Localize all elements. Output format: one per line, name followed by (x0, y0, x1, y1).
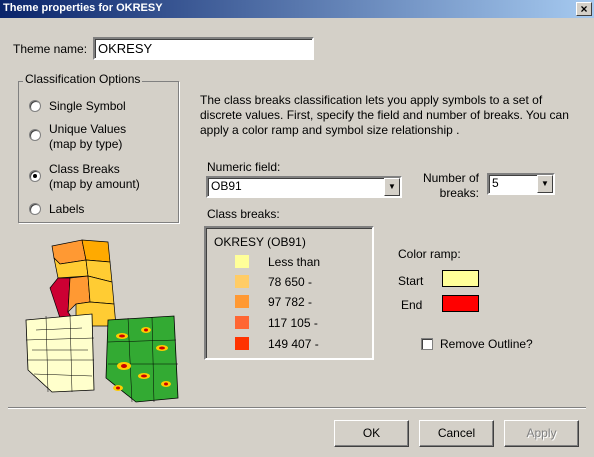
radio-class-breaks-label: Class Breaks (49, 162, 120, 176)
color-ramp-end-label: End (401, 298, 423, 312)
radio-class-breaks[interactable] (29, 170, 41, 182)
close-button[interactable]: × (576, 2, 592, 16)
legend-item-1: Less than (268, 255, 321, 269)
radio-unique-values-sublabel: (map by type) (49, 137, 123, 151)
class-breaks-label: Class breaks: (207, 207, 280, 221)
legend-swatch-5 (235, 337, 249, 350)
radio-single-symbol[interactable] (29, 100, 41, 112)
colored-states-map (49, 239, 117, 327)
color-ramp-start-swatch[interactable] (442, 270, 479, 287)
chevron-down-icon[interactable]: ▼ (537, 175, 553, 193)
apply-button[interactable]: Apply (504, 420, 579, 447)
radio-single-symbol-label: Single Symbol (49, 99, 126, 113)
cancel-button[interactable]: Cancel (419, 420, 494, 447)
remove-outline-checkbox[interactable] (421, 338, 433, 350)
legend-item-5: 149 407 - (268, 337, 319, 351)
description-text: The class breaks classification lets you… (200, 93, 569, 137)
theme-name-label: Theme name: (13, 42, 88, 56)
number-of-breaks-value: 5 (492, 176, 499, 190)
radio-class-breaks-sublabel: (map by amount) (49, 177, 140, 191)
legend-swatch-1 (235, 255, 249, 268)
class-breaks-illustration (25, 239, 179, 403)
radio-labels[interactable] (29, 203, 41, 215)
color-ramp-end-swatch[interactable] (442, 295, 479, 312)
legend-title: OKRESY (OB91) (214, 235, 306, 249)
title-bar: Theme properties for OKRESY × (0, 0, 594, 18)
numeric-field-label: Numeric field: (207, 160, 281, 174)
radio-unique-values[interactable] (29, 129, 41, 141)
theme-name-input[interactable]: OKRESY (93, 37, 314, 60)
close-icon: × (580, 2, 588, 16)
number-of-breaks-label-2: breaks: (439, 186, 479, 200)
radio-labels-label: Labels (49, 202, 85, 216)
number-of-breaks-select[interactable]: 5 ▼ (487, 173, 555, 195)
chevron-down-icon[interactable]: ▼ (384, 178, 400, 196)
radio-unique-values-label: Unique Values (49, 122, 127, 136)
theme-name-value: OKRESY (98, 41, 153, 56)
color-ramp-start-label: Start (398, 274, 424, 288)
numeric-field-select[interactable]: OB91 ▼ (206, 176, 402, 198)
ok-button[interactable]: OK (334, 420, 409, 447)
unique-values-map (25, 313, 95, 393)
classification-options-label: Classification Options (23, 72, 143, 86)
numeric-field-value: OB91 (211, 179, 242, 193)
legend-item-3: 97 782 - (268, 295, 313, 309)
legend-item-4: 117 105 - (268, 316, 318, 330)
remove-outline-label: Remove Outline? (440, 337, 533, 351)
legend-swatch-2 (235, 275, 249, 288)
density-map (105, 315, 179, 403)
window-title: Theme properties for OKRESY (3, 2, 163, 14)
legend-swatch-3 (235, 295, 249, 308)
legend-swatch-4 (235, 316, 249, 329)
divider (8, 407, 586, 409)
color-ramp-label: Color ramp: (398, 247, 461, 261)
number-of-breaks-label: Number of (422, 171, 479, 185)
legend-item-2: 78 650 - (268, 275, 313, 289)
